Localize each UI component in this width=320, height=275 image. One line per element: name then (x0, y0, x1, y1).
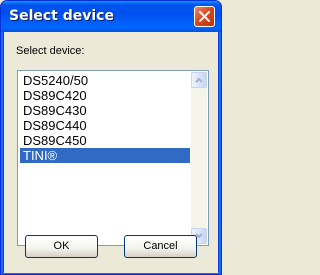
ok-button[interactable]: OK (25, 235, 98, 258)
device-item-ds89c420[interactable]: DS89C420 (20, 88, 190, 103)
chevron-up-icon (195, 77, 203, 83)
device-item-tini[interactable]: TINI® (20, 148, 190, 163)
title-bar[interactable]: Select device (1, 1, 221, 32)
device-item-ds89c450[interactable]: DS89C450 (20, 133, 190, 148)
close-button[interactable] (194, 6, 215, 27)
dialog-body: Select device: DS5240/50 DS89C420 DS89C4… (4, 32, 218, 273)
window-title: Select device (9, 8, 114, 24)
cancel-button[interactable]: Cancel (124, 235, 197, 258)
device-item-ds5240[interactable]: DS5240/50 (20, 73, 190, 88)
device-listbox[interactable]: DS5240/50 DS89C420 DS89C430 DS89C440 DS8… (17, 70, 209, 246)
select-device-dialog: Select device Select device: DS5240/50 D… (0, 0, 222, 275)
select-device-label: Select device: (16, 45, 85, 57)
vertical-scrollbar[interactable] (191, 72, 207, 244)
device-item-ds89c440[interactable]: DS89C440 (20, 118, 190, 133)
scroll-up-button[interactable] (191, 72, 207, 88)
device-item-ds89c430[interactable]: DS89C430 (20, 103, 190, 118)
device-list: DS5240/50 DS89C420 DS89C430 DS89C440 DS8… (20, 73, 190, 163)
close-icon (199, 11, 210, 22)
